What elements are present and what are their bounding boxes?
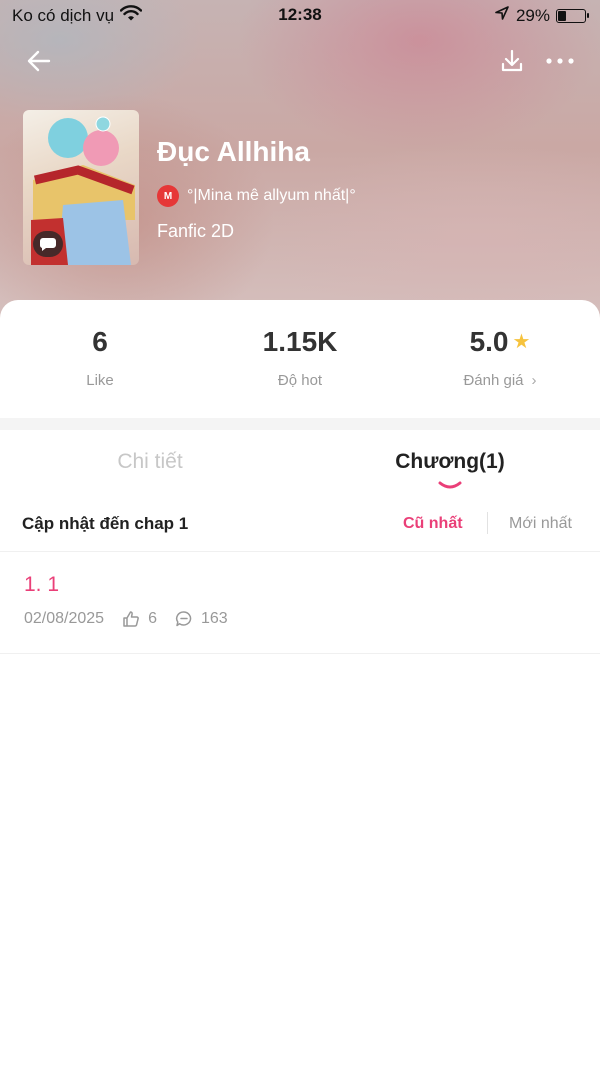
chat-bubble-icon: [33, 231, 63, 257]
chapter-likes: 6: [148, 610, 157, 627]
likes-label: Like: [86, 372, 114, 389]
tab-details[interactable]: Chi tiết: [0, 450, 300, 474]
chapter-list-header: Cập nhật đến chap 1 Cũ nhất Mới nhất: [0, 500, 600, 552]
book-genre: Fanfic 2D: [157, 221, 235, 241]
stat-rating[interactable]: 5.0 ★ Đánh giá ›: [400, 326, 600, 389]
section-divider: [0, 418, 600, 430]
status-bar: Ko có dịch vụ 12:38 29%: [0, 0, 600, 30]
update-status: Cập nhật đến chap 1: [22, 514, 189, 533]
active-tab-indicator: [438, 481, 462, 489]
battery-icon: [556, 8, 589, 23]
book-cover[interactable]: [23, 110, 139, 265]
arrow-left-icon: [27, 50, 51, 72]
battery-percentage: 29%: [515, 5, 550, 25]
stats-row: 6 Like 1.15K Độ hot 5.0 ★ Đánh giá ›: [0, 300, 600, 418]
rating-label: Đánh giá: [463, 372, 524, 389]
author-badge-icon: M: [157, 185, 179, 207]
tab-bar: Chi tiết Chương(1): [0, 430, 600, 500]
location-icon: [494, 5, 510, 26]
likes-value: 6: [92, 326, 108, 357]
author-name: °|Mina mê allyum nhất|°: [187, 187, 356, 204]
back-button[interactable]: [22, 44, 56, 78]
chapter-date: 02/08/2025: [24, 610, 105, 627]
chapter-meta: 02/08/2025 6 163: [24, 610, 228, 628]
chapter-title: 1. 1: [24, 573, 60, 596]
chapter-comments: 163: [200, 610, 228, 627]
battery-fill: [558, 10, 567, 21]
content-card: 6 Like 1.15K Độ hot 5.0 ★ Đánh giá › Chi t…: [0, 300, 600, 1067]
hot-label: Độ hot: [277, 372, 323, 389]
more-options-button[interactable]: [543, 44, 577, 78]
download-button[interactable]: [495, 44, 529, 78]
chapter-list-item[interactable]: 1. 1 02/08/2025 6 163: [0, 553, 600, 654]
stat-likes: 6 Like: [0, 326, 200, 389]
rating-value: 5.0: [469, 326, 509, 357]
hot-value: 1.15K: [262, 326, 338, 357]
status-right: 29%: [494, 5, 589, 26]
sort-oldest-button[interactable]: Cũ nhất: [403, 515, 463, 533]
sort-divider: [487, 512, 488, 534]
book-title: Đục Allhiha: [157, 136, 310, 167]
thumbs-up-icon: [122, 610, 140, 628]
more-horizontal-icon: [546, 58, 574, 64]
chevron-right-icon: ›: [531, 372, 537, 389]
star-icon: ★: [512, 331, 531, 353]
sort-newest-button[interactable]: Mới nhất: [509, 515, 572, 533]
stat-hot: 1.15K Độ hot: [200, 326, 400, 389]
author-link[interactable]: M °|Mina mê allyum nhất|°: [157, 185, 356, 207]
tab-chapters[interactable]: Chương(1): [300, 450, 600, 474]
download-icon: [501, 49, 523, 72]
comment-icon: [175, 610, 193, 628]
